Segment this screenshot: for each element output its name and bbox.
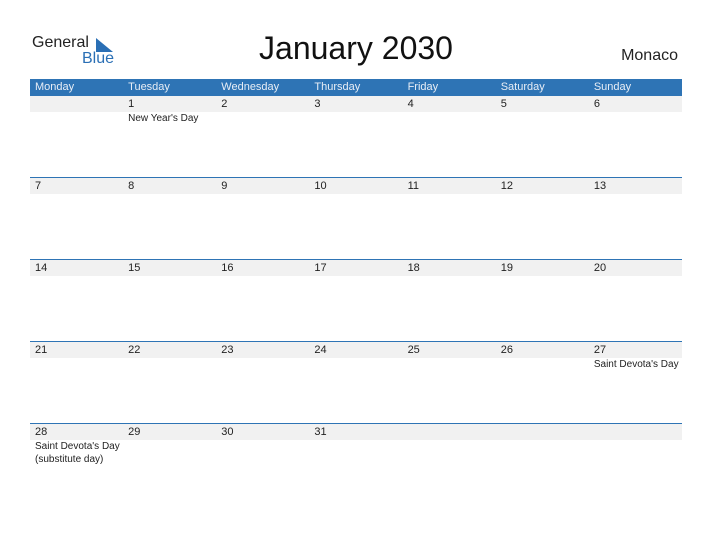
day-number: 6 — [593, 98, 600, 110]
day-cell: 29 — [123, 424, 216, 466]
week-cells: 1 New Year's Day 2 3 4 5 6 — [30, 96, 682, 125]
day-cell: 26 — [496, 342, 589, 371]
day-cell: 2 — [216, 96, 309, 125]
day-number: 2 — [221, 98, 228, 110]
day-cell: 24 — [309, 342, 402, 371]
calendar: Monday Tuesday Wednesday Thursday Friday… — [30, 79, 682, 505]
day-number: 24 — [314, 344, 327, 356]
day-cell: 13 — [589, 178, 682, 194]
day-number: 23 — [221, 344, 234, 356]
day-number — [594, 424, 682, 440]
country-label: Monaco — [621, 47, 678, 64]
day-number: 22 — [128, 344, 141, 356]
weekday-wednesday: Wednesday — [221, 81, 280, 93]
week-cells: 21 22 23 24 25 26 27 Saint Devota's Day — [30, 342, 682, 371]
day-number: 7 — [35, 180, 42, 192]
day-cell — [30, 96, 123, 125]
day-number — [35, 96, 123, 112]
day-cell: 20 — [589, 260, 682, 276]
day-cell: 28 Saint Devota's Day (substitute day) — [30, 424, 123, 466]
day-cell: 16 — [216, 260, 309, 276]
holiday-label: Saint Devota's Day — [593, 359, 679, 370]
day-cell: 11 — [403, 178, 496, 194]
day-cell: 10 — [309, 178, 402, 194]
day-number: 1 — [128, 98, 135, 110]
day-number: 15 — [128, 262, 141, 274]
day-number: 30 — [221, 426, 234, 438]
day-cell: 12 — [496, 178, 589, 194]
weekday-monday: Monday — [35, 81, 75, 93]
day-number: 26 — [500, 344, 513, 356]
day-number: 13 — [593, 180, 607, 192]
week-row: 7 8 9 10 11 12 13 — [30, 177, 682, 259]
day-number: 27 — [593, 344, 607, 356]
week-row: 14 15 16 17 18 19 20 — [30, 259, 682, 341]
day-number: 29 — [128, 426, 141, 438]
day-cell: 25 — [403, 342, 496, 371]
week-cells: 14 15 16 17 18 19 20 — [30, 260, 682, 276]
day-cell — [403, 424, 496, 466]
day-cell: 5 — [496, 96, 589, 125]
day-cell: 8 — [123, 178, 216, 194]
day-cell: 6 — [589, 96, 682, 125]
day-number: 14 — [35, 262, 48, 274]
day-number: 16 — [221, 262, 234, 274]
day-cell: 14 — [30, 260, 123, 276]
day-number: 18 — [407, 262, 420, 274]
day-cell: 31 — [309, 424, 402, 466]
day-number: 19 — [500, 262, 513, 274]
page-title: January 2030 — [259, 30, 453, 66]
weekday-thursday: Thursday — [314, 81, 361, 93]
week-row: 1 New Year's Day 2 3 4 5 6 — [30, 96, 682, 177]
day-cell: 3 — [309, 96, 402, 125]
day-cell: 15 — [123, 260, 216, 276]
day-cell — [589, 424, 682, 466]
weekday-sunday: Sunday — [593, 81, 632, 93]
holiday-label: Saint Devota's Day (substitute day) — [35, 441, 120, 465]
day-number — [408, 424, 496, 440]
day-number: 4 — [407, 98, 414, 110]
day-number: 3 — [314, 98, 321, 110]
weekday-friday: Friday — [407, 81, 439, 93]
week-cells: 28 Saint Devota's Day (substitute day) 29 30… — [30, 424, 682, 466]
day-cell: 4 — [403, 96, 496, 125]
day-cell: 17 — [309, 260, 402, 276]
day-number: 31 — [314, 426, 327, 438]
day-cell — [496, 424, 589, 466]
day-cell: 7 — [30, 178, 123, 194]
day-number: 11 — [407, 180, 419, 192]
day-cell: 18 — [403, 260, 496, 276]
day-cell: 21 — [30, 342, 123, 371]
weekday-saturday: Saturday — [500, 81, 545, 93]
day-cell: 22 — [123, 342, 216, 371]
day-number — [501, 424, 589, 440]
weeks-container: 1 New Year's Day 2 3 4 5 6 7 8 9 10 11 12 13 14 15 16 17 1… — [30, 96, 682, 505]
day-number: 12 — [500, 180, 513, 192]
weekday-tuesday: Tuesday — [128, 81, 170, 93]
day-cell: 1 New Year's Day — [123, 96, 216, 125]
day-number: 25 — [407, 344, 420, 356]
day-cell: 27 Saint Devota's Day — [589, 342, 682, 371]
weekday-header: Monday Tuesday Wednesday Thursday Friday… — [30, 79, 682, 96]
day-cell: 23 — [216, 342, 309, 371]
week-cells: 7 8 9 10 11 12 13 — [30, 178, 682, 194]
day-number: 21 — [35, 344, 48, 356]
day-number: 20 — [593, 262, 607, 274]
day-number: 5 — [500, 98, 507, 110]
day-number: 8 — [128, 180, 135, 192]
day-cell: 9 — [216, 178, 309, 194]
day-number: 17 — [314, 262, 327, 274]
day-number: 10 — [314, 180, 327, 192]
day-number: 28 — [35, 426, 48, 438]
day-number: 9 — [221, 180, 228, 192]
week-row: 21 22 23 24 25 26 27 Saint Devota's Day — [30, 341, 682, 423]
day-cell: 30 — [216, 424, 309, 466]
holiday-label: New Year's Day — [128, 113, 199, 124]
day-cell: 19 — [496, 260, 589, 276]
week-row: 28 Saint Devota's Day (substitute day) 29 30… — [30, 423, 682, 505]
